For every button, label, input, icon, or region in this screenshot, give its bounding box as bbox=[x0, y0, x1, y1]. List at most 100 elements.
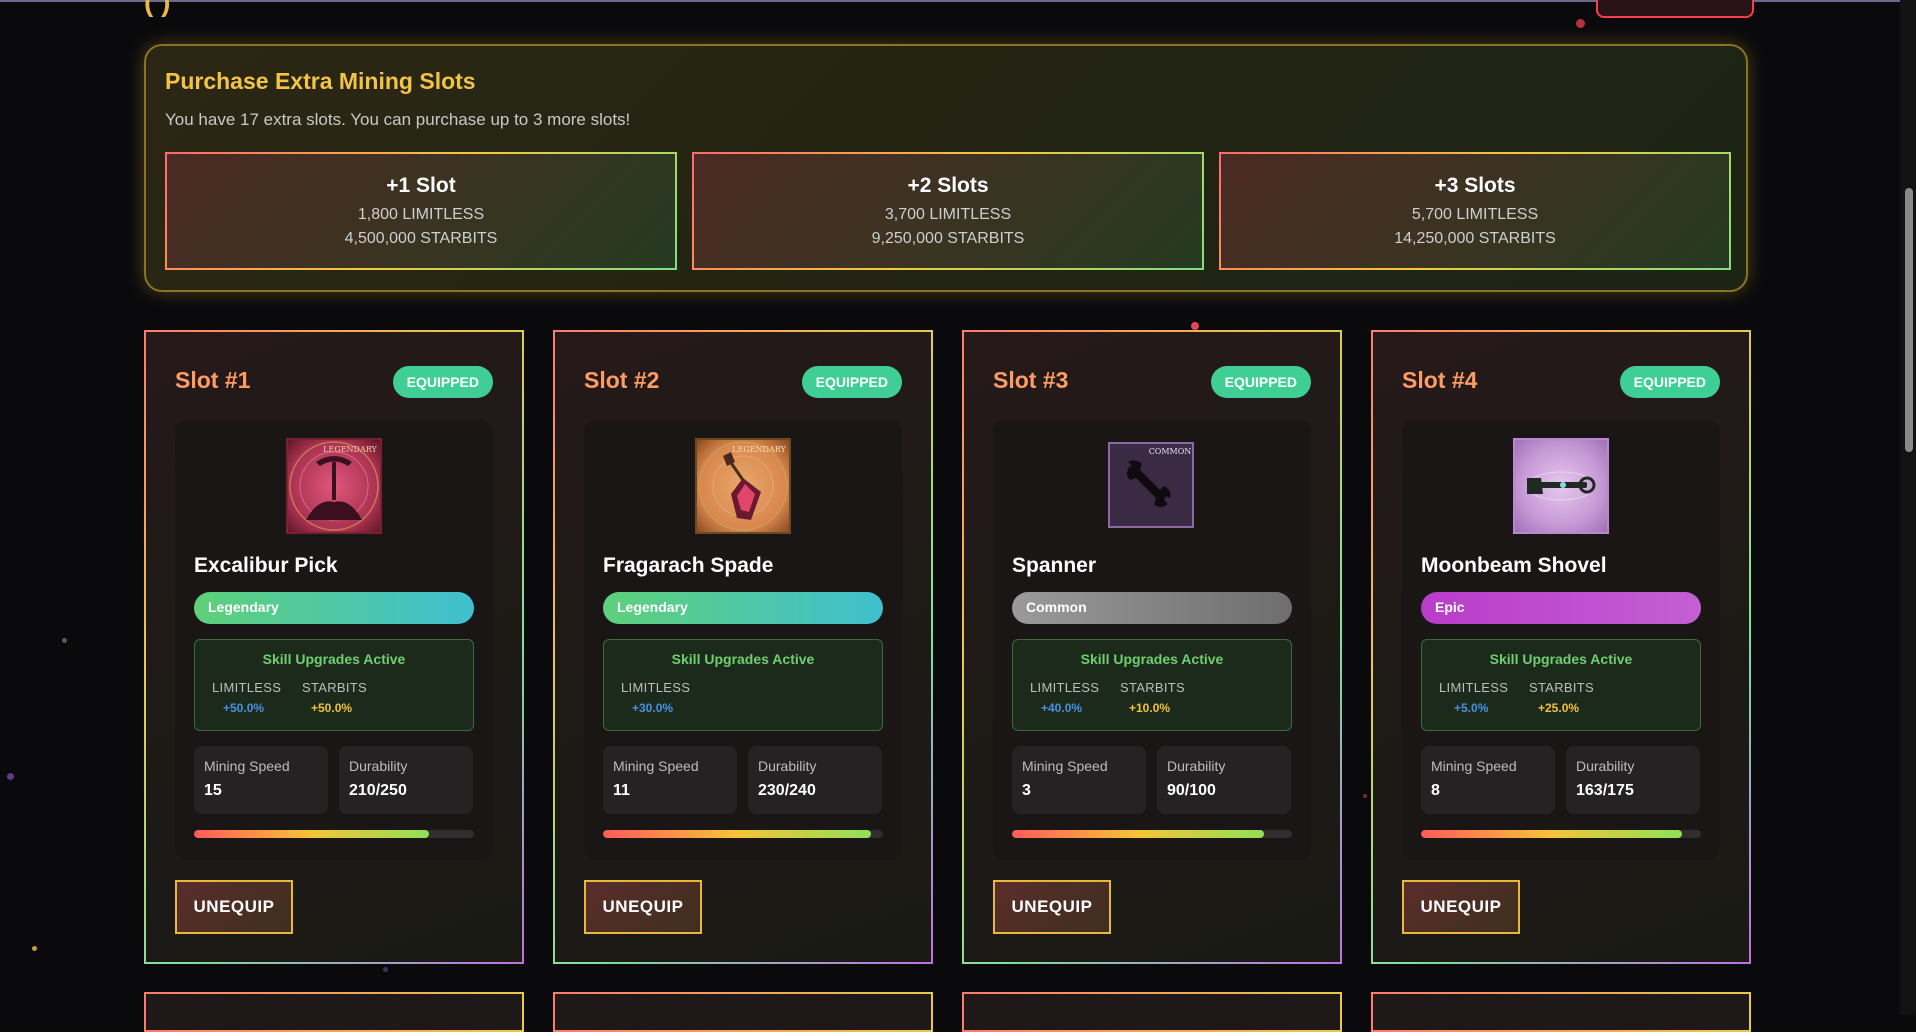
equipped-badge: EQUIPPED bbox=[1619, 366, 1720, 398]
skill-value: +50.0% bbox=[223, 701, 265, 715]
mining-speed-stat: Mining Speed 11 bbox=[603, 746, 737, 814]
scrollbar-thumb[interactable] bbox=[1905, 188, 1913, 452]
unequip-button[interactable]: UNEQUIP bbox=[993, 880, 1111, 934]
fragarach-spade-icon: LEGENDARY bbox=[695, 438, 791, 534]
slot-card-4: Slot #4 EQUIPPED Moonbeam Shovel Epic Sk… bbox=[1371, 330, 1751, 964]
option-limitless-price: 1,800 LIMITLESS bbox=[357, 206, 485, 223]
slot-card-8 bbox=[1371, 992, 1751, 1032]
skill-value: +50.0% bbox=[311, 701, 353, 715]
stat-value: 11 bbox=[613, 782, 630, 799]
buy-2-slots-button[interactable]: +2 Slots 3,700 LIMITLESS 9,250,000 STARB… bbox=[692, 152, 1204, 270]
skill-value: +5.0% bbox=[1454, 701, 1489, 715]
skills-title: Skill Upgrades Active bbox=[671, 651, 815, 667]
particle bbox=[32, 946, 37, 951]
slot-card-7 bbox=[962, 992, 1342, 1032]
slot-title: Slot #2 bbox=[584, 367, 660, 393]
stat-label: Durability bbox=[1167, 758, 1226, 774]
stat-value: 90/100 bbox=[1167, 782, 1216, 799]
stat-label: Durability bbox=[758, 758, 817, 774]
excalibur-pick-icon: LEGENDARY bbox=[286, 438, 382, 534]
option-starbits-price: 4,500,000 STARBITS bbox=[344, 230, 498, 247]
durability-stat: Durability 163/175 bbox=[1566, 746, 1700, 814]
tool-name: Spanner bbox=[1012, 554, 1097, 577]
cut-off-heading: ( ) bbox=[144, 0, 171, 17]
skills-title: Skill Upgrades Active bbox=[1489, 651, 1633, 667]
tool-panel: LEGENDARY Excalibur Pick Legendary Skill… bbox=[175, 420, 493, 860]
page-scrollbar[interactable] bbox=[1900, 0, 1916, 1015]
slot-card-1: Slot #1 EQUIPPED LEGENDARY Excalibur Pic… bbox=[144, 330, 524, 964]
skill-upgrades-box: Skill Upgrades Active LIMITLESS +30.0% bbox=[603, 639, 883, 731]
skill-key: LIMITLESS bbox=[621, 680, 691, 695]
buy-3-slots-button[interactable]: +3 Slots 5,700 LIMITLESS 14,250,000 STAR… bbox=[1219, 152, 1731, 270]
stat-value: 8 bbox=[1431, 782, 1440, 799]
skills-title: Skill Upgrades Active bbox=[1080, 651, 1224, 667]
stat-value: 210/250 bbox=[349, 782, 407, 799]
option-starbits-price: 9,250,000 STARBITS bbox=[871, 230, 1025, 247]
slot-title: Slot #1 bbox=[175, 367, 251, 393]
durability-fill bbox=[603, 830, 872, 838]
slot-card-2: Slot #2 EQUIPPED LEGENDARY Fragarach Spa… bbox=[553, 330, 933, 964]
stat-label: Durability bbox=[1576, 758, 1635, 774]
cut-off-button[interactable] bbox=[1596, 0, 1754, 18]
option-limitless-price: 5,700 LIMITLESS bbox=[1411, 206, 1539, 223]
durability-stat: Durability 90/100 bbox=[1157, 746, 1291, 814]
skills-title: Skill Upgrades Active bbox=[262, 651, 406, 667]
option-label: +2 Slots bbox=[907, 174, 989, 197]
tool-panel: COMMON Spanner Common Skill Upgrades Act… bbox=[993, 420, 1311, 860]
purchase-subtitle: You have 17 extra slots. You can purchas… bbox=[165, 110, 631, 129]
slot-card-5 bbox=[144, 992, 524, 1032]
stat-label: Mining Speed bbox=[613, 758, 699, 774]
stat-value: 3 bbox=[1022, 782, 1031, 799]
unequip-button[interactable]: UNEQUIP bbox=[175, 880, 293, 934]
particle bbox=[383, 967, 388, 972]
slot-title: Slot #3 bbox=[993, 367, 1069, 393]
durability-fill bbox=[194, 830, 430, 838]
skill-key: LIMITLESS bbox=[1030, 680, 1100, 695]
tool-name: Moonbeam Shovel bbox=[1421, 554, 1607, 577]
purchase-title: Purchase Extra Mining Slots bbox=[165, 68, 476, 94]
slot-title: Slot #4 bbox=[1402, 367, 1478, 393]
particle bbox=[1576, 19, 1585, 28]
option-limitless-price: 3,700 LIMITLESS bbox=[884, 206, 1012, 223]
stat-label: Mining Speed bbox=[1431, 758, 1517, 774]
stat-label: Durability bbox=[349, 758, 408, 774]
image-badge: LEGENDARY bbox=[732, 445, 786, 454]
skill-upgrades-box: Skill Upgrades Active LIMITLESS +40.0% S… bbox=[1012, 639, 1292, 731]
unequip-button[interactable]: UNEQUIP bbox=[584, 880, 702, 934]
rarity-badge: Common bbox=[1012, 592, 1292, 624]
skill-key: STARBITS bbox=[1529, 680, 1595, 695]
equipped-badge: EQUIPPED bbox=[392, 366, 493, 398]
option-label: +3 Slots bbox=[1434, 174, 1516, 197]
skill-key: LIMITLESS bbox=[212, 680, 282, 695]
skill-upgrades-box: Skill Upgrades Active LIMITLESS +5.0% ST… bbox=[1421, 639, 1701, 731]
mining-speed-stat: Mining Speed 3 bbox=[1012, 746, 1146, 814]
slot-card-3: Slot #3 EQUIPPED COMMON Spanner Common S… bbox=[962, 330, 1342, 964]
particle bbox=[1363, 794, 1367, 798]
option-starbits-price: 14,250,000 STARBITS bbox=[1394, 230, 1556, 247]
buy-1-slot-button[interactable]: +1 Slot 1,800 LIMITLESS 4,500,000 STARBI… bbox=[165, 152, 677, 270]
stat-label: Mining Speed bbox=[204, 758, 290, 774]
skill-value: +25.0% bbox=[1538, 701, 1580, 715]
durability-fill bbox=[1421, 830, 1682, 838]
skill-value: +40.0% bbox=[1041, 701, 1083, 715]
tool-panel: LEGENDARY Fragarach Spade Legendary Skil… bbox=[584, 420, 902, 860]
unequip-button[interactable]: UNEQUIP bbox=[1402, 880, 1520, 934]
mining-speed-stat: Mining Speed 15 bbox=[194, 746, 328, 814]
stat-value: 15 bbox=[204, 782, 222, 799]
option-label: +1 Slot bbox=[386, 174, 456, 197]
durability-bar bbox=[603, 830, 883, 838]
rarity-badge: Epic bbox=[1421, 592, 1701, 624]
tool-name: Fragarach Spade bbox=[603, 554, 774, 577]
equipped-badge: EQUIPPED bbox=[1210, 366, 1311, 398]
rarity-badge: Legendary bbox=[603, 592, 883, 624]
stat-value: 230/240 bbox=[758, 782, 816, 799]
particle bbox=[7, 773, 14, 780]
particle bbox=[62, 638, 67, 643]
durability-bar bbox=[194, 830, 474, 838]
skill-value: +30.0% bbox=[632, 701, 674, 715]
stat-value: 163/175 bbox=[1576, 782, 1634, 799]
spanner-icon: COMMON bbox=[1108, 442, 1194, 528]
tool-name: Excalibur Pick bbox=[194, 554, 338, 577]
tool-panel: Moonbeam Shovel Epic Skill Upgrades Acti… bbox=[1402, 420, 1720, 860]
stat-label: Mining Speed bbox=[1022, 758, 1108, 774]
